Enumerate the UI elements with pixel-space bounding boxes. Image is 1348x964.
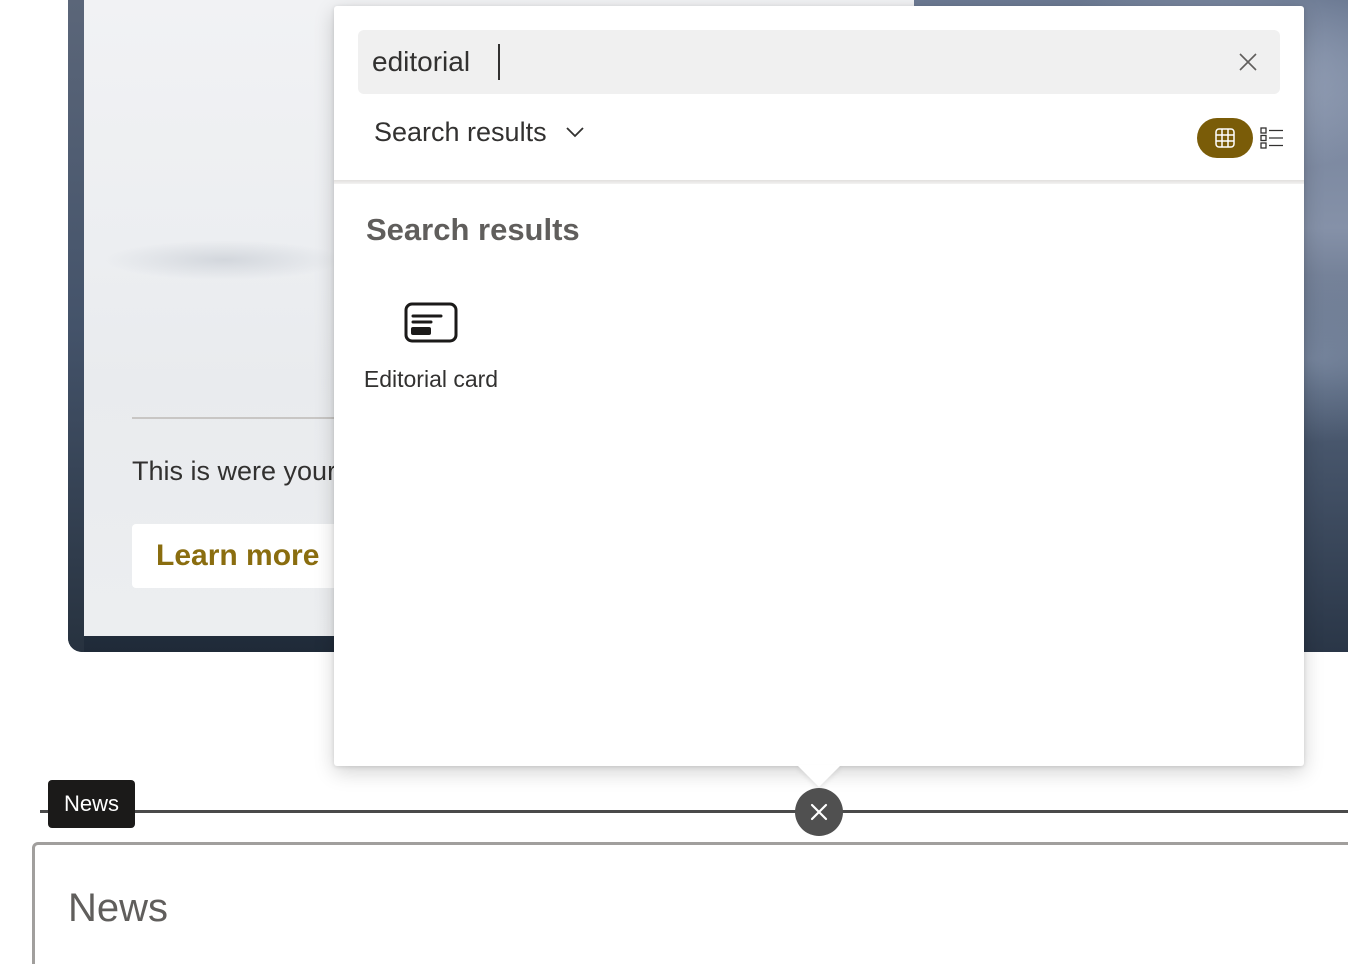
category-dropdown[interactable]: Search results [374,112,585,152]
close-toolbox-button[interactable] [795,788,843,836]
clear-search-button[interactable] [1232,46,1264,78]
hero-mist [104,240,344,280]
web-part-tile-label: Editorial card [363,366,499,392]
editorial-card-icon [404,302,458,343]
list-view-icon [1260,127,1283,149]
section-divider-line [40,810,1348,813]
toolbox-divider [334,180,1304,184]
grid-view-button[interactable] [1197,118,1253,158]
toolbox-search-box[interactable] [358,30,1280,94]
web-part-tile-editorial-card[interactable]: Editorial card [354,288,508,418]
hero-image-edge [68,0,84,652]
close-icon [1239,53,1257,71]
results-heading: Search results [366,212,580,247]
news-title: News [68,886,169,930]
text-caret [498,44,500,80]
chevron-down-icon [565,127,584,138]
close-icon [810,803,828,821]
category-dropdown-label: Search results [374,116,547,147]
list-view-button[interactable] [1257,118,1287,158]
toolbox-beak [797,765,841,787]
grid-view-icon [1215,128,1235,148]
section-tag-news[interactable]: News [48,780,136,828]
web-part-toolbox: Search results Search results [334,6,1304,766]
view-toggle [1197,118,1287,158]
news-web-part[interactable] [32,842,1348,964]
hero-body-text: This is were your [132,456,337,486]
